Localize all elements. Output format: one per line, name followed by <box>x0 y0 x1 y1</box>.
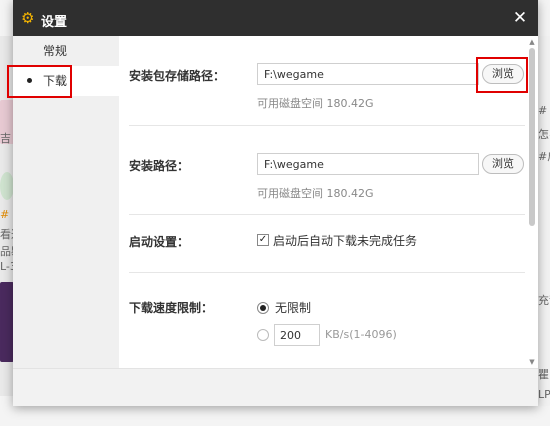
divider <box>129 272 525 273</box>
background-text: 充乱 <box>538 294 550 307</box>
background-text: L-3 <box>0 260 14 273</box>
sidebar-item-general[interactable]: 常规 <box>13 36 119 66</box>
background-text: 吉 <box>0 132 11 145</box>
dialog-titlebar[interactable]: ⚙ 设置 ✕ <box>13 0 538 36</box>
background-text: 看过 <box>0 228 14 241</box>
background-tile <box>0 172 14 200</box>
auto-download-checkbox-row[interactable]: ✓ 启动后自动下载未完成任务 <box>257 233 418 248</box>
settings-dialog: ⚙ 设置 ✕ 常规 下载 安装包存储路径： 浏览 可用磁盘空间 180.42G … <box>13 0 538 406</box>
package-path-label: 安装包存储路径： <box>129 69 226 83</box>
speed-limit-unit: KB/s(1-4096) <box>325 328 397 341</box>
install-path-browse-button[interactable]: 浏览 <box>482 154 524 174</box>
auto-download-label: 启动后自动下载未完成任务 <box>273 233 418 248</box>
speed-limit-label: 下载速度限制： <box>129 301 214 315</box>
install-path-label: 安装路径： <box>129 159 190 173</box>
background-text: # <box>538 104 548 117</box>
package-path-input[interactable] <box>257 63 479 85</box>
background-text: 瞿 <box>538 368 549 381</box>
gear-icon: ⚙ <box>21 9 35 27</box>
scroll-thumb[interactable] <box>529 48 535 226</box>
background-text: 怎# <box>538 128 550 141</box>
close-button[interactable]: ✕ <box>508 6 532 30</box>
scroll-up-icon[interactable]: ▲ <box>528 38 536 46</box>
startup-label: 启动设置： <box>129 235 190 249</box>
background-text: # <box>0 208 10 221</box>
radio-unselected-icon[interactable] <box>257 329 269 341</box>
highlight-box-browse-button <box>476 57 528 93</box>
speed-limit-input[interactable] <box>274 324 320 346</box>
background-text: #启 <box>538 150 550 163</box>
speed-custom-option[interactable] <box>257 329 275 341</box>
background-text: 品剔 <box>0 245 14 258</box>
divider <box>129 125 525 126</box>
background-right-strip <box>536 36 550 406</box>
dialog-footer <box>13 368 538 406</box>
scroll-down-icon[interactable]: ▼ <box>528 358 536 366</box>
speed-unlimited-option[interactable]: 无限制 <box>257 299 311 316</box>
dialog-title: 设置 <box>41 15 68 30</box>
divider <box>129 214 525 215</box>
install-path-free-space: 可用磁盘空间 180.42G <box>257 187 374 200</box>
sidebar-item-label: 常规 <box>43 44 68 58</box>
auto-download-checkbox[interactable]: ✓ <box>257 234 269 246</box>
package-path-free-space: 可用磁盘空间 180.42G <box>257 97 374 110</box>
radio-selected-icon[interactable] <box>257 301 269 314</box>
background-tile <box>0 282 14 362</box>
install-path-input[interactable] <box>257 153 479 175</box>
speed-unlimited-label: 无限制 <box>275 301 312 315</box>
highlight-box-download-tab <box>7 65 72 98</box>
background-text: LPL <box>538 388 550 401</box>
